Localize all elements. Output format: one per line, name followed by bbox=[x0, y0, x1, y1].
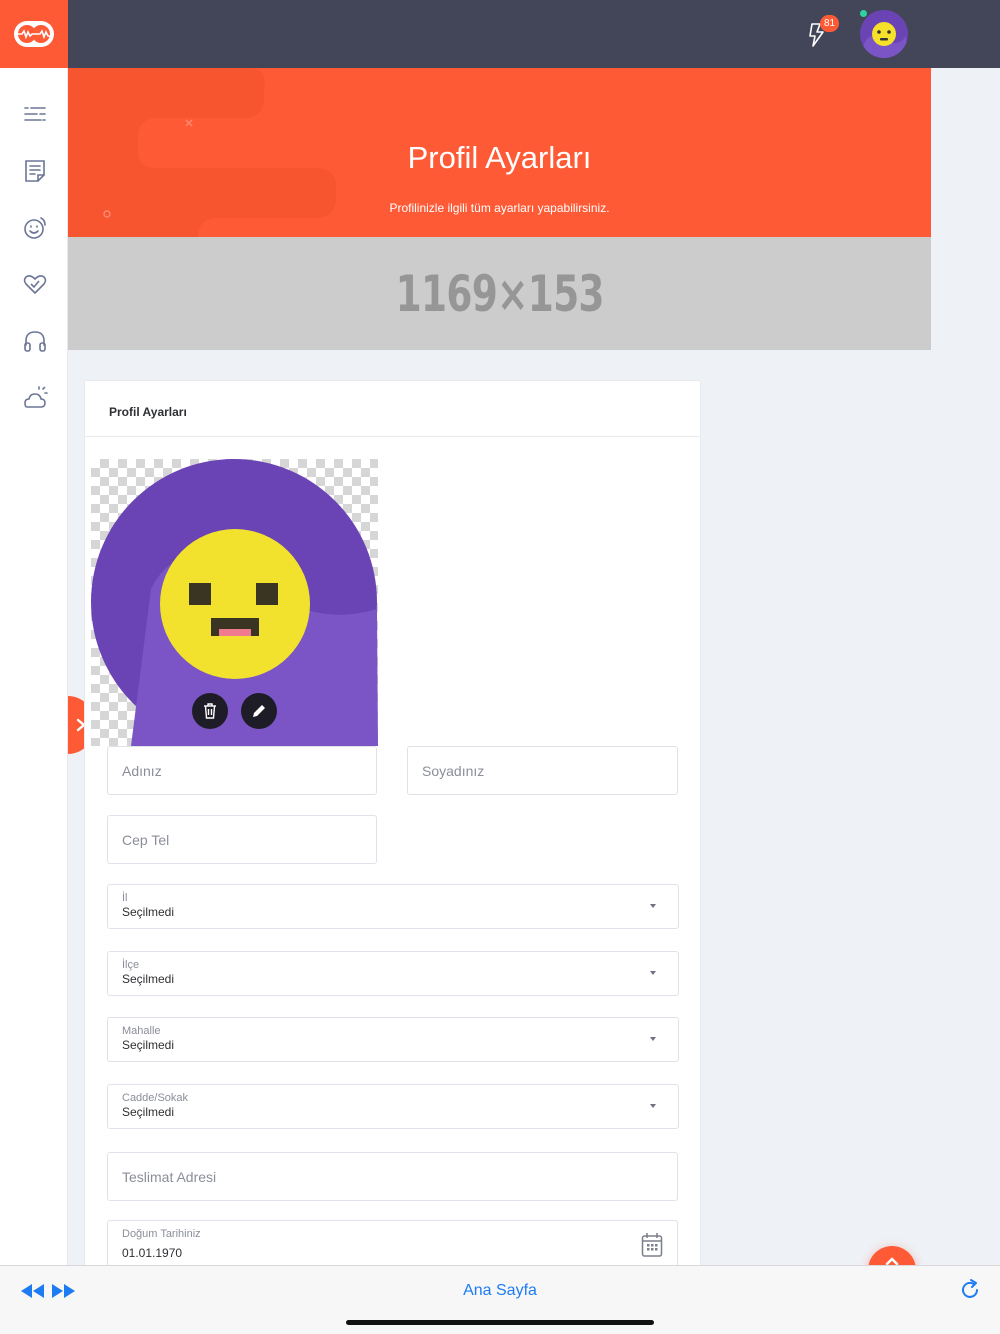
smiley-face-icon bbox=[860, 22, 908, 58]
top-bar: 81 bbox=[0, 0, 1000, 68]
birth-date-value: 01.01.1970 bbox=[122, 1246, 183, 1260]
delivery-address-placeholder: Teslimat Adresi bbox=[122, 1168, 217, 1185]
profile-photo[interactable] bbox=[91, 459, 378, 746]
caret-down-icon bbox=[650, 1104, 656, 1108]
document-icon[interactable] bbox=[21, 157, 49, 185]
district-label: İlçe bbox=[122, 959, 140, 971]
trash-icon bbox=[204, 703, 216, 719]
user-avatar[interactable] bbox=[860, 10, 908, 58]
neighborhood-value: Seçilmedi bbox=[122, 1038, 175, 1052]
caret-down-icon bbox=[650, 971, 656, 975]
headphones-icon[interactable] bbox=[21, 327, 49, 355]
weather-icon[interactable] bbox=[21, 384, 49, 412]
calendar-icon[interactable] bbox=[641, 1232, 663, 1258]
caret-down-icon bbox=[650, 904, 656, 908]
card-title: Profil Ayarları bbox=[85, 381, 700, 437]
reload-icon[interactable] bbox=[958, 1278, 982, 1302]
page-subtitle: Profilinizle ilgili tüm ayarları yapabil… bbox=[389, 201, 610, 215]
street-label: Cadde/Sokak bbox=[122, 1092, 189, 1104]
home-indicator bbox=[346, 1320, 654, 1325]
logo[interactable] bbox=[0, 0, 68, 68]
online-status-dot bbox=[860, 10, 867, 17]
street-select[interactable]: Cadde/Sokak Seçilmedi bbox=[107, 1084, 679, 1129]
caret-down-icon bbox=[650, 1037, 656, 1041]
page-title: Profil Ayarları bbox=[407, 140, 592, 175]
birth-date-label: Doğum Tarihiniz bbox=[122, 1228, 201, 1240]
pencil-icon bbox=[253, 705, 265, 717]
profile-avatar-image bbox=[91, 459, 378, 746]
district-value: Seçilmedi bbox=[122, 972, 175, 986]
logo-icon bbox=[14, 21, 54, 47]
phone-placeholder: Cep Tel bbox=[122, 831, 170, 848]
last-name-field[interactable]: Soyadınız bbox=[407, 746, 678, 795]
province-select[interactable]: İl Seçilmedi bbox=[107, 884, 679, 929]
neighborhood-label: Mahalle bbox=[122, 1025, 161, 1037]
last-name-placeholder: Soyadınız bbox=[422, 762, 485, 779]
banner-size-text: 1169×153 bbox=[395, 264, 604, 323]
chat-face-icon[interactable] bbox=[21, 214, 49, 242]
delivery-address-field[interactable]: Teslimat Adresi bbox=[107, 1152, 678, 1201]
province-label: İl bbox=[122, 892, 128, 904]
first-name-placeholder: Adınız bbox=[122, 762, 162, 779]
edit-photo-button[interactable] bbox=[241, 693, 277, 729]
province-value: Seçilmedi bbox=[122, 905, 175, 919]
delete-photo-button[interactable] bbox=[192, 693, 228, 729]
neighborhood-select[interactable]: Mahalle Seçilmedi bbox=[107, 1017, 679, 1062]
district-select[interactable]: İlçe Seçilmedi bbox=[107, 951, 679, 996]
page-header-banner: Profil Ayarları Profilinizle ilgili tüm … bbox=[68, 68, 931, 237]
heart-icon[interactable] bbox=[21, 270, 49, 298]
street-value: Seçilmedi bbox=[122, 1105, 175, 1119]
notification-badge: 81 bbox=[820, 15, 839, 32]
phone-field[interactable]: Cep Tel bbox=[107, 815, 377, 864]
home-link[interactable]: Ana Sayfa bbox=[0, 1282, 1000, 1300]
birth-date-field[interactable]: Doğum Tarihiniz 01.01.1970 bbox=[107, 1220, 678, 1270]
first-name-field[interactable]: Adınız bbox=[107, 746, 377, 795]
list-icon[interactable] bbox=[21, 100, 49, 128]
ad-banner-placeholder: 1169×153 bbox=[68, 237, 931, 350]
sidebar bbox=[0, 68, 68, 1266]
